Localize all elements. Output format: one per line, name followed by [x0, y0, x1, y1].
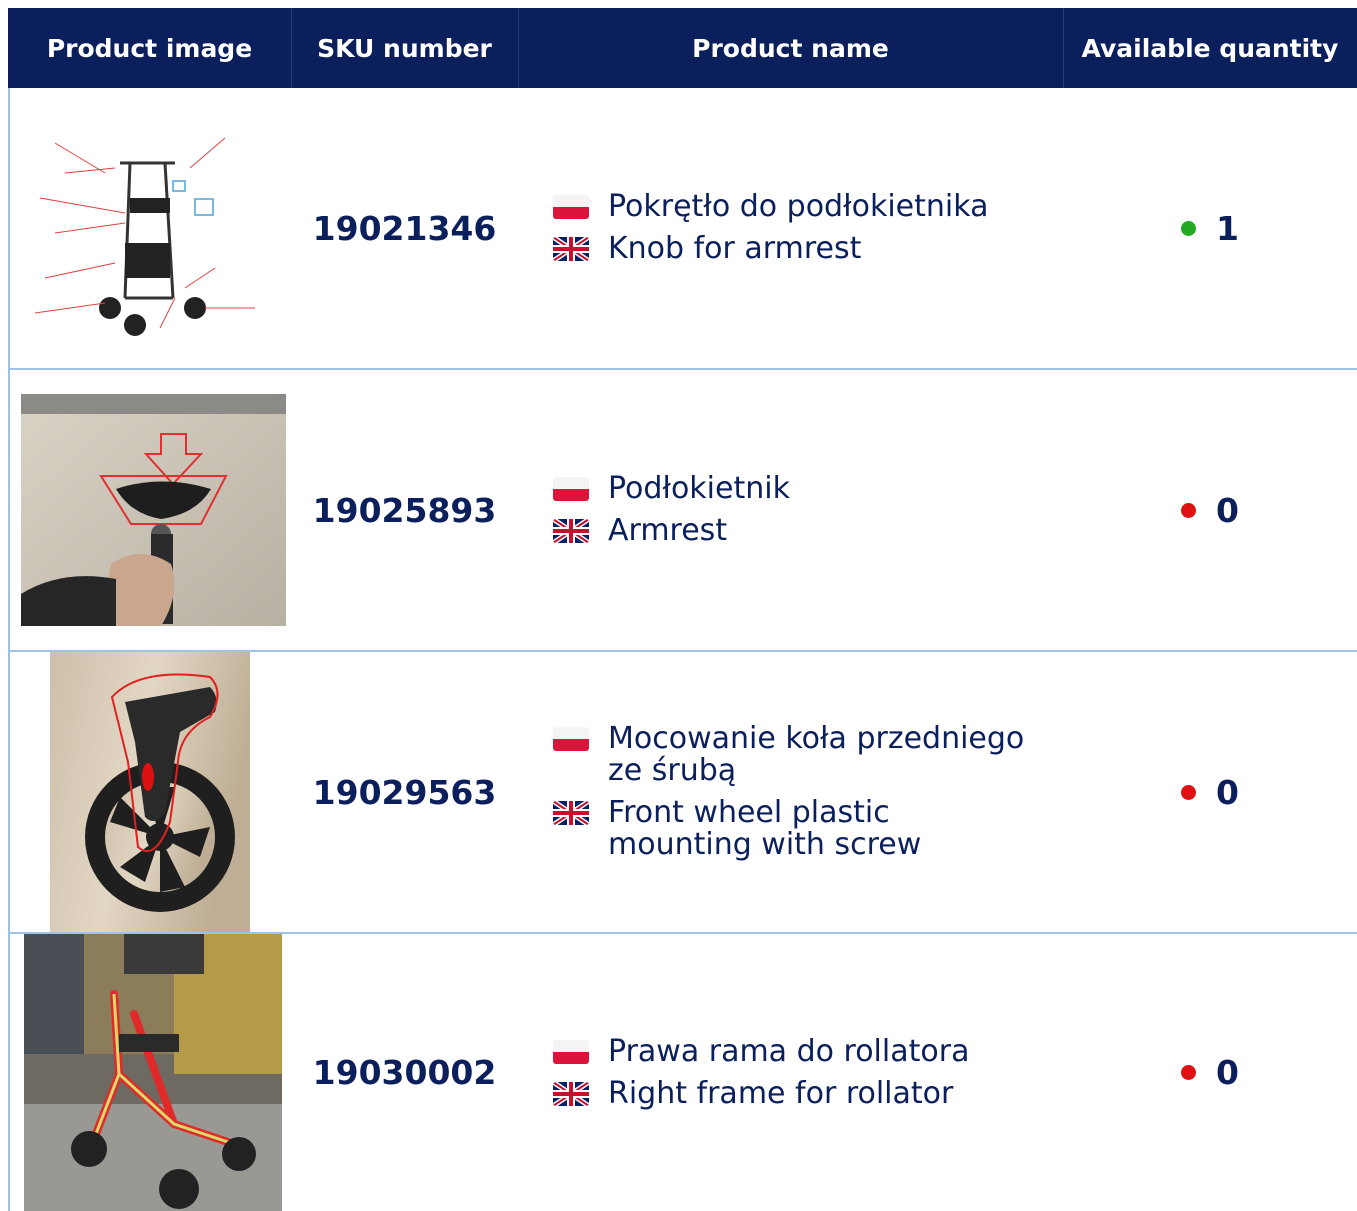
product-name-pl: Mocowanie koła przedniego ze śrubą: [608, 721, 1025, 788]
name-english: Knob for armrest: [553, 233, 1028, 265]
product-name-pl: Pokrętło do podłokietnika: [608, 189, 989, 224]
product-image-cell: [8, 88, 291, 368]
sku-number: 19029563: [312, 772, 497, 812]
sku-number: 19025893: [312, 490, 497, 530]
status-dot-icon: [1181, 502, 1197, 518]
table-row: 19029563 Mocowanie koła przedniego ze śr…: [8, 652, 1357, 934]
available-quantity: 0: [1216, 490, 1239, 530]
name-polish: Podłokietnik: [553, 473, 1028, 505]
quantity-cell: 0: [1063, 934, 1357, 1211]
quantity-cell: 0: [1063, 652, 1357, 932]
poland-flag-icon: [553, 195, 589, 219]
product-image-cell: [8, 652, 291, 932]
product-name-en: Right frame for rollator: [608, 1075, 954, 1111]
name-polish: Mocowanie koła przedniego ze śrubą: [553, 723, 1028, 787]
product-table: Product image SKU number Product name Av…: [8, 8, 1357, 1211]
product-name-cell: Mocowanie koła przedniego ze śrubą Front…: [518, 652, 1063, 932]
poland-flag-icon: [553, 1039, 589, 1064]
product-image[interactable]: [49, 652, 250, 932]
product-name-pl: Podłokietnik: [608, 471, 790, 506]
header-available-quantity: Available quantity: [1081, 33, 1339, 63]
status-dot-icon: [1181, 1065, 1197, 1080]
header-product-name: Product name: [692, 33, 889, 63]
product-image-cell: [8, 370, 291, 650]
name-english: Front wheel plastic mounting with screw: [553, 797, 1028, 861]
quantity-cell: 1: [1063, 88, 1357, 368]
name-polish: Prawa rama do rollatora: [553, 1033, 1028, 1069]
table-row: 19025893 Podłokietnik Armrest 0: [8, 370, 1357, 652]
available-quantity: 0: [1216, 772, 1239, 812]
header-product-image: Product image: [46, 33, 253, 63]
poland-flag-icon: [553, 727, 589, 751]
product-name-cell: Podłokietnik Armrest: [518, 370, 1063, 650]
uk-flag-icon: [553, 237, 589, 261]
product-name-pl: Prawa rama do rollatora: [608, 1033, 970, 1069]
sku-number: 19030002: [312, 1053, 497, 1092]
available-quantity: 1: [1216, 208, 1239, 248]
available-quantity: 0: [1216, 1053, 1239, 1092]
product-image[interactable]: [24, 103, 275, 353]
header-sku-number: SKU number: [317, 33, 492, 63]
product-name-en: Armrest: [608, 513, 728, 548]
product-image[interactable]: [24, 934, 282, 1211]
product-name-en: Front wheel plastic mounting with screw: [608, 795, 922, 862]
poland-flag-icon: [553, 477, 589, 501]
table-row: 19021346 Pokrętło do podłokietnika Knob …: [8, 88, 1357, 370]
sku-number: 19021346: [312, 208, 497, 248]
uk-flag-icon: [553, 1081, 589, 1106]
status-dot-icon: [1181, 784, 1197, 800]
product-name-en: Knob for armrest: [608, 231, 862, 266]
product-name-cell: Pokrętło do podłokietnika Knob for armre…: [518, 88, 1063, 368]
name-polish: Pokrętło do podłokietnika: [553, 191, 1028, 223]
product-name-cell: Prawa rama do rollatora Right frame for …: [518, 934, 1063, 1211]
table-header: Product image SKU number Product name Av…: [8, 8, 1357, 88]
uk-flag-icon: [553, 801, 589, 825]
product-image-cell: [8, 934, 291, 1211]
name-english: Right frame for rollator: [553, 1075, 1028, 1111]
uk-flag-icon: [553, 519, 589, 543]
name-english: Armrest: [553, 515, 1028, 547]
quantity-cell: 0: [1063, 370, 1357, 650]
status-dot-icon: [1181, 220, 1197, 236]
product-image[interactable]: [20, 394, 286, 626]
table-row: 19030002 Prawa rama do rollatora Right f…: [8, 934, 1357, 1211]
